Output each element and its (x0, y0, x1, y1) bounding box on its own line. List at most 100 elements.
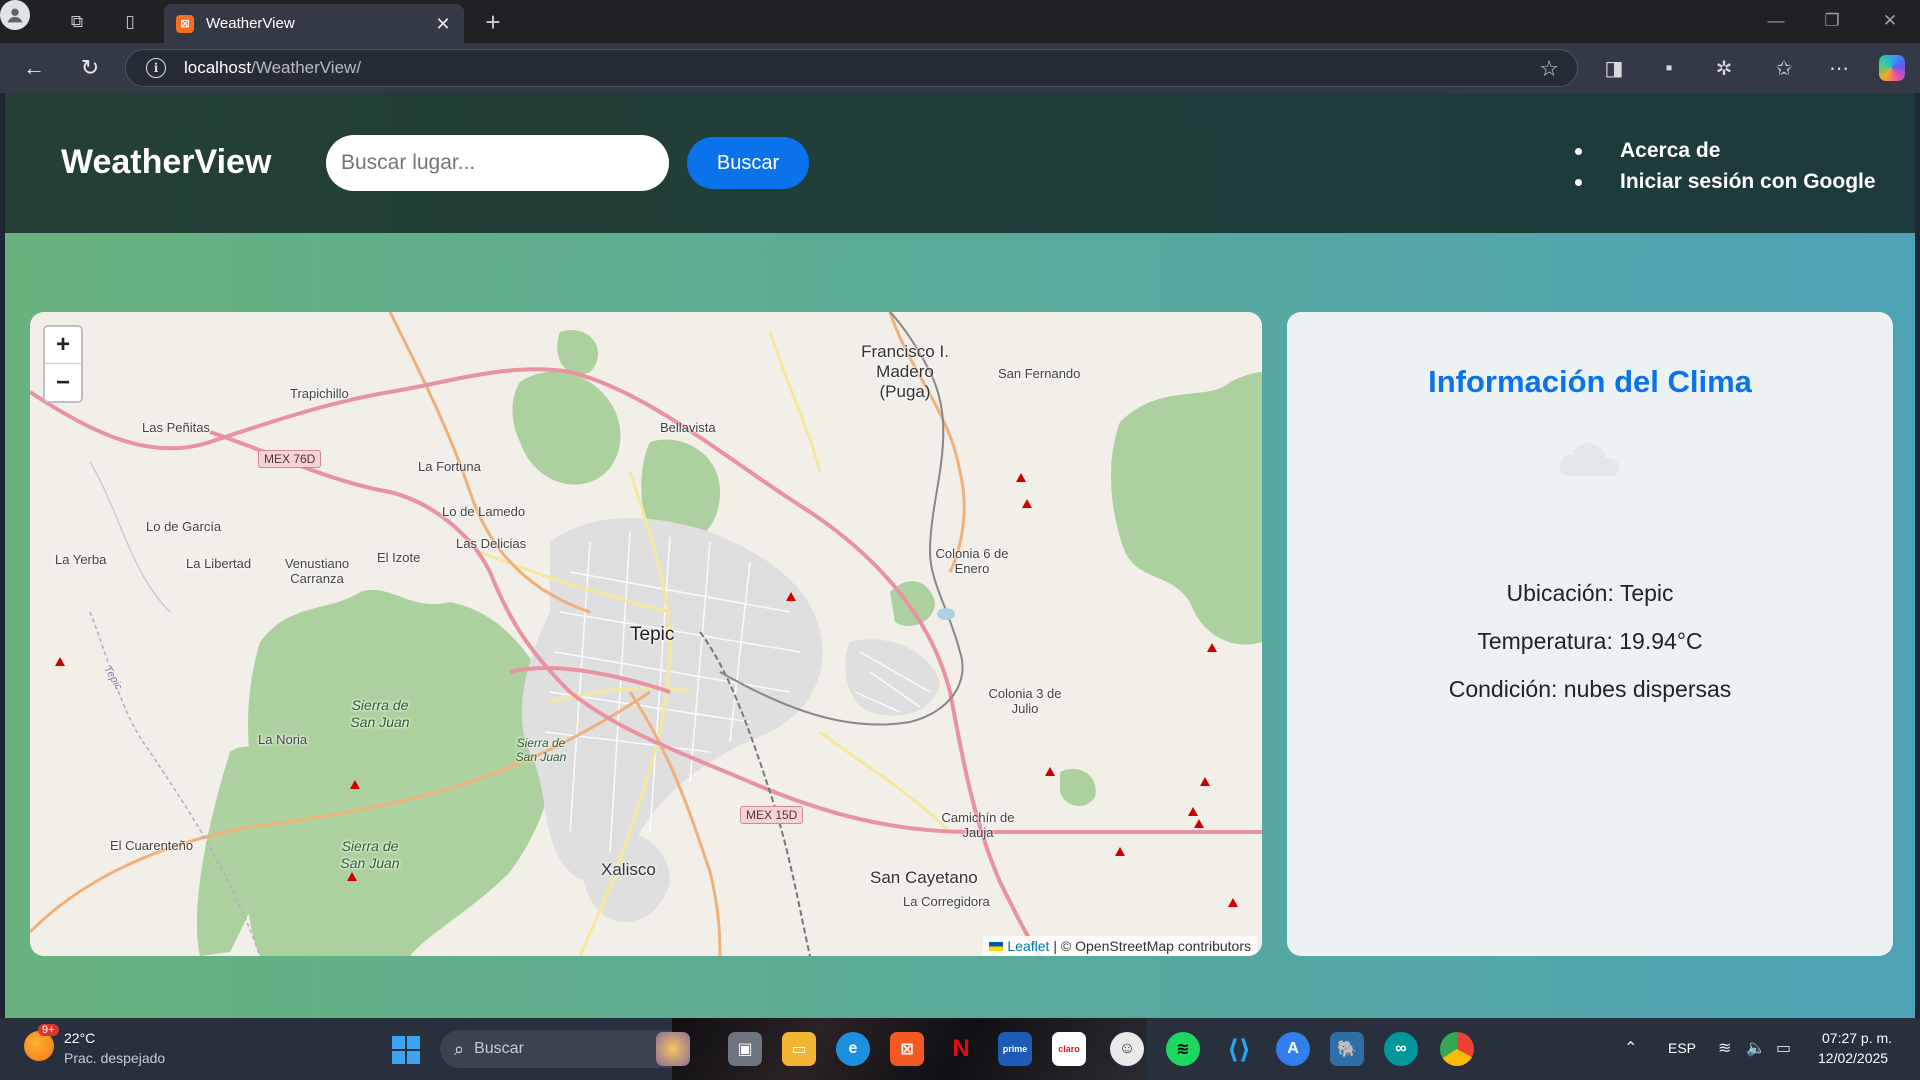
xampp-app-icon[interactable]: ⊠ (890, 1032, 924, 1066)
back-icon[interactable]: ← (18, 53, 50, 83)
nav-google-login-link[interactable]: Iniciar sesión con Google (1575, 166, 1876, 197)
workspaces-icon[interactable]: ⧉ (60, 9, 94, 35)
taskbar-search[interactable]: ⌕ Buscar (440, 1030, 692, 1068)
tab-close-icon[interactable]: ✕ (432, 13, 454, 35)
language-indicator[interactable]: ESP (1668, 1040, 1696, 1056)
map-label: Bellavista (660, 420, 716, 435)
clock-date[interactable]: 12/02/2025 (1818, 1050, 1888, 1066)
peak-icon (1045, 767, 1055, 776)
map-label: La Noria (258, 732, 308, 747)
clock-time[interactable]: 07:27 p. m. (1822, 1030, 1892, 1046)
map-label: La Corregidora (903, 894, 990, 909)
map-label: Trapichillo (290, 386, 349, 401)
claro-video-icon[interactable]: claro (1052, 1032, 1086, 1066)
chrome-icon[interactable] (1440, 1032, 1474, 1066)
map-label: La Libertad (186, 556, 252, 571)
map-label: Tepic (630, 624, 675, 645)
postgresql-icon[interactable]: 🐘 (1330, 1032, 1364, 1066)
map-label: Colonia 6 de Enero (935, 546, 1009, 576)
map-label: Venustiano Carranza (284, 556, 350, 586)
edge-icon[interactable]: e (836, 1032, 870, 1066)
taskbar-search-label: Buscar (474, 1040, 524, 1057)
peak-icon (1188, 807, 1198, 816)
reload-icon[interactable]: ↻ (74, 53, 106, 83)
search-button[interactable]: Buscar (687, 137, 809, 189)
minimize-icon[interactable]: — (1756, 8, 1796, 34)
tab-weatherview[interactable]: ⊠ WeatherView ✕ (164, 4, 464, 43)
map-label: Francisco I. Madero (Puga) (861, 342, 949, 401)
map-label: Las Peñitas (142, 420, 210, 435)
vscode-icon[interactable]: ⟨⟩ (1222, 1032, 1256, 1066)
xampp-icon: ⊠ (176, 14, 194, 33)
weather-condition: Condición: nubes dispersas (1448, 676, 1732, 702)
site-info-icon[interactable]: i (146, 58, 166, 78)
weather-title: Información del Clima (1428, 364, 1752, 399)
peak-icon (1115, 847, 1125, 856)
more-menu-icon[interactable]: ⋯ (1825, 55, 1853, 81)
chevron-up-icon[interactable]: ⌃ (1624, 1038, 1637, 1058)
map-label: Sierra de San Juan (340, 838, 400, 871)
map-label: Xalisco (601, 860, 656, 879)
windows-taskbar: 9+ 22°C Prac. despejado ⌕ Buscar ▣ ▭ e ⊠… (0, 1018, 1920, 1080)
copilot-icon[interactable] (1878, 55, 1906, 81)
extension-icon[interactable]: ▪ (1655, 55, 1683, 81)
notification-badge: 9+ (38, 1024, 59, 1036)
taskbar-condition[interactable]: Prac. despejado (64, 1050, 165, 1066)
zoom-out-button[interactable]: − (45, 364, 81, 401)
weather-temperature: Temperatura: 19.94°C (1477, 628, 1703, 654)
brand-logo[interactable]: WeatherView (61, 143, 271, 182)
leaflet-link[interactable]: Leaflet (1007, 938, 1049, 954)
restore-icon[interactable]: ❐ (1812, 8, 1852, 34)
battery-icon[interactable]: ▭ (1776, 1038, 1791, 1058)
arduino-icon[interactable]: ∞ (1384, 1032, 1418, 1066)
map-label: Lo de García (146, 519, 222, 534)
volume-muted-icon[interactable]: 🔈 (1746, 1038, 1766, 1058)
favorites-icon[interactable]: ✩ (1770, 55, 1798, 81)
prime-video-icon[interactable]: prime (998, 1032, 1032, 1066)
favorite-star-icon[interactable]: ☆ (1539, 56, 1559, 82)
game-app-icon[interactable]: ☺ (1110, 1032, 1144, 1066)
wifi-icon[interactable]: ≋ (1718, 1038, 1731, 1058)
map-attribution: Leaflet | © OpenStreetMap contributors (983, 936, 1257, 956)
peak-icon (1022, 499, 1032, 508)
app-store-icon[interactable]: A (1276, 1032, 1310, 1066)
address-toolbar: ← ↻ i localhost /WeatherView/ ☆ ◨ ▪ ✲ ✩ … (0, 43, 1920, 93)
extensions-puzzle-icon[interactable]: ✲ (1710, 55, 1738, 81)
nav-about-link[interactable]: Acerca de (1575, 135, 1876, 166)
new-tab-icon[interactable]: + (478, 7, 508, 37)
weather-location: Ubicación: Tepic (1506, 580, 1674, 606)
search-highlight-icon[interactable] (656, 1032, 690, 1066)
task-view-icon[interactable]: ▣ (728, 1032, 762, 1066)
url-path: /WeatherView/ (251, 58, 362, 77)
peak-icon (1194, 819, 1204, 828)
spotify-icon[interactable]: ≋ (1166, 1032, 1200, 1066)
cloud-icon (1559, 443, 1620, 476)
peak-icon (55, 657, 65, 666)
netflix-icon[interactable]: N (944, 1032, 978, 1066)
map-label: La Fortuna (418, 459, 481, 474)
map-label: Las Delicias (456, 536, 527, 551)
file-explorer-icon[interactable]: ▭ (782, 1032, 816, 1066)
map-label: La Yerba (55, 552, 107, 567)
profile-avatar-icon[interactable] (0, 0, 30, 30)
site-header: WeatherView Buscar Acerca de Iniciar ses… (5, 93, 1915, 233)
peak-icon (347, 872, 357, 881)
peak-icon (350, 780, 360, 789)
tab-title: WeatherView (206, 15, 295, 32)
map-label: Lo de Lamedo (442, 504, 526, 519)
search-input[interactable] (326, 135, 669, 191)
windows-start-icon[interactable] (392, 1036, 420, 1064)
peak-icon (1016, 473, 1026, 482)
page-body: WeatherView Buscar Acerca de Iniciar ses… (5, 93, 1915, 1018)
taskbar-temperature[interactable]: 22°C (64, 1030, 95, 1046)
vertical-tabs-icon[interactable]: ▯ (113, 9, 147, 35)
leaflet-map[interactable]: + − MEX 76D MEX 15D Tepic Xalisco San Ca… (30, 312, 1262, 956)
url-host: localhost (184, 58, 252, 77)
zoom-in-button[interactable]: + (45, 327, 81, 364)
peak-icon (1228, 898, 1238, 907)
close-window-icon[interactable]: ✕ (1870, 8, 1910, 34)
split-screen-icon[interactable]: ◨ (1600, 55, 1628, 81)
map-label: Sierra de San Juan (515, 736, 567, 764)
url-bar[interactable]: i localhost /WeatherView/ ☆ (125, 49, 1578, 87)
search-icon: ⌕ (454, 1038, 465, 1059)
